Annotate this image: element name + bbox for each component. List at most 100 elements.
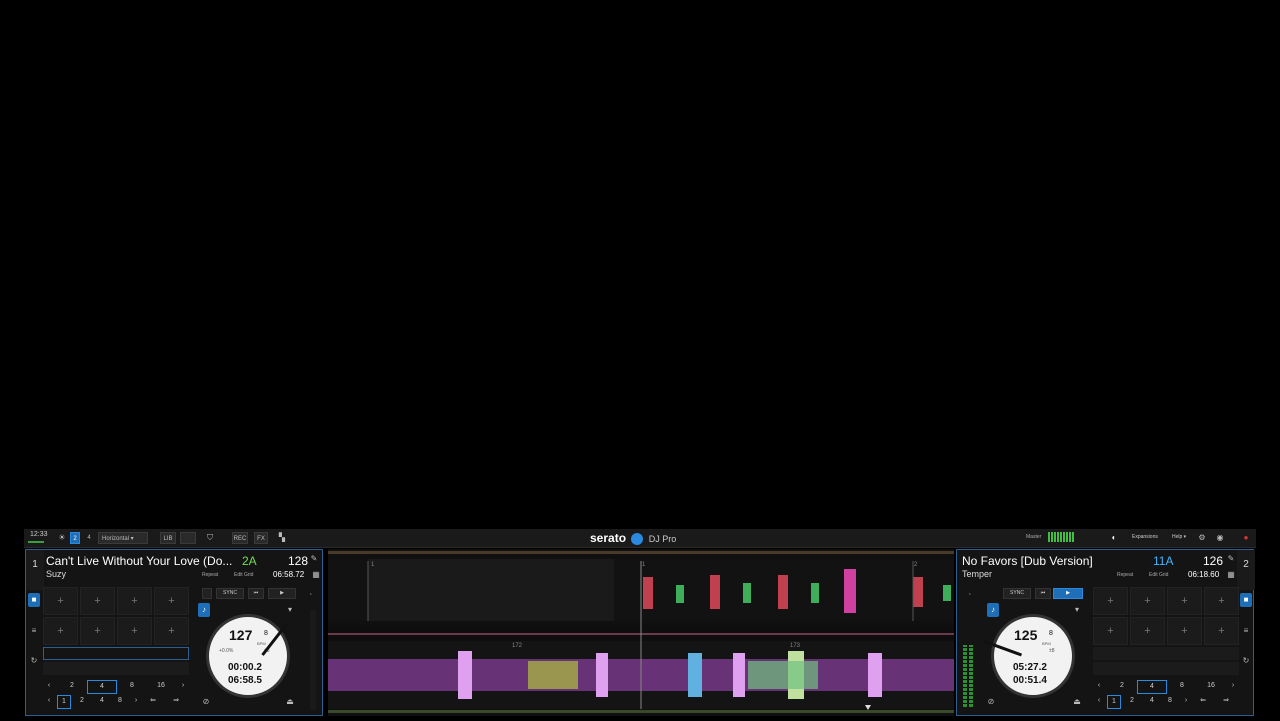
beatjump-2[interactable]: 2 <box>1125 695 1139 707</box>
sync-button[interactable]: SYNC <box>216 588 244 599</box>
eject-icon[interactable]: ⏏ <box>284 695 296 709</box>
chevron-left-icon[interactable]: ‹ <box>43 695 55 707</box>
edit-grid-button[interactable]: Edit Grid <box>1149 572 1168 578</box>
hotcue-pad[interactable]: + <box>1130 587 1165 615</box>
autoloop-4[interactable]: 4 <box>1137 680 1167 694</box>
help-link[interactable]: Help ▾ <box>1172 534 1186 540</box>
waveform-display[interactable]: 1 1 2 172 173 <box>328 549 954 716</box>
jump-forward-icon[interactable]: ⇒ <box>1215 695 1237 707</box>
sampler-icon[interactable]: ▚ <box>276 532 288 544</box>
slip-icon[interactable]: ⊘ <box>200 695 212 709</box>
censor-button[interactable] <box>202 588 212 599</box>
eject-icon[interactable]: ⏏ <box>1071 695 1083 709</box>
shield-icon[interactable]: ⛉ <box>204 532 216 544</box>
user-icon[interactable]: ◉ <box>1214 532 1226 544</box>
hotcue-pad[interactable]: + <box>1093 617 1128 645</box>
loop-mode-icon[interactable]: ↻ <box>1240 654 1252 668</box>
chevron-right-icon[interactable]: › <box>1181 695 1191 707</box>
hotcue-pad[interactable]: + <box>1204 617 1239 645</box>
settings-sun-icon[interactable]: ☀ <box>56 532 68 544</box>
dropdown-icon[interactable]: ▾ <box>284 603 296 617</box>
jump-forward-icon[interactable]: ⇒ <box>165 695 187 707</box>
hotcue-pad[interactable]: + <box>154 617 189 645</box>
grid-icon[interactable]: ▦ <box>1225 568 1237 582</box>
dropdown-icon[interactable]: ▾ <box>1071 603 1083 617</box>
repeat-button[interactable]: Repeat <box>202 572 218 578</box>
beatjump-4[interactable]: 4 <box>1145 695 1159 707</box>
beatjump-8[interactable]: 8 <box>1163 695 1177 707</box>
hotcue-pad[interactable]: + <box>117 617 152 645</box>
skip-back-icon[interactable]: ⏮ <box>1035 588 1051 599</box>
chevron-left-icon[interactable]: ‹ <box>43 680 55 692</box>
master-volume-knob-icon[interactable]: ◐ <box>1108 532 1120 544</box>
saved-loop-slot[interactable] <box>1093 662 1239 675</box>
library-button[interactable]: LIB <box>160 532 176 544</box>
panel-button[interactable] <box>180 532 196 544</box>
hotcue-pad[interactable]: + <box>43 617 78 645</box>
keylock-icon[interactable]: ♪ <box>198 603 210 617</box>
fx-button[interactable]: FX <box>254 532 268 544</box>
pencil-icon[interactable]: ✎ <box>1225 552 1237 566</box>
beatjump-1[interactable]: 1 <box>57 695 71 709</box>
autoloop-2[interactable]: 2 <box>59 680 85 692</box>
saved-loop-slot[interactable] <box>43 662 189 675</box>
virtual-platter[interactable]: 127 8 BPM +0.0% ±8 00:00.2 06:58.5 <box>206 614 290 698</box>
autoloop-16[interactable]: 16 <box>1197 680 1225 692</box>
hotcue-pad[interactable]: + <box>1167 587 1202 615</box>
beatjump-2[interactable]: 2 <box>75 695 89 707</box>
deck-count-4-button[interactable]: 4 <box>84 532 94 544</box>
autoloop-2[interactable]: 2 <box>1109 680 1135 692</box>
edit-grid-button[interactable]: Edit Grid <box>234 572 253 578</box>
slip-icon[interactable]: ⊘ <box>985 695 997 709</box>
deck-count-2-button[interactable]: 2 <box>70 532 80 544</box>
hotcue-pad[interactable]: + <box>154 587 189 615</box>
beatjump-8[interactable]: 8 <box>113 695 127 707</box>
virtual-platter[interactable]: 125 8 BPM ±8 05:27.2 00:51.4 <box>983 614 1075 698</box>
loop-mode-icon[interactable]: ↻ <box>28 654 40 668</box>
layout-select[interactable]: Horizontal ▾ <box>98 532 148 544</box>
autoloop-8[interactable]: 8 <box>119 680 145 692</box>
expansions-link[interactable]: Expansions <box>1132 534 1158 540</box>
gear-icon[interactable]: ⚙ <box>1196 532 1208 544</box>
saved-loop-slot[interactable] <box>43 647 189 660</box>
hotcue-pad[interactable]: + <box>43 587 78 615</box>
chevron-right-icon[interactable]: › <box>1227 680 1239 692</box>
hotcue-pad[interactable]: + <box>1130 617 1165 645</box>
jump-back-icon[interactable]: ⇐ <box>143 695 163 707</box>
hotcue-pad[interactable]: + <box>80 587 115 615</box>
cue-mode-icon[interactable]: ■ <box>28 593 40 607</box>
menu-icon[interactable]: ≡ <box>1240 624 1252 638</box>
pitch-knob-icon[interactable]: ◔ <box>963 588 975 602</box>
wave-peak <box>943 585 951 601</box>
chevron-left-icon[interactable]: ‹ <box>1093 695 1105 707</box>
cue-mode-icon[interactable]: ■ <box>1240 593 1252 607</box>
pitch-knob-icon[interactable]: ◔ <box>304 588 316 602</box>
hotcue-pad[interactable]: + <box>1093 587 1128 615</box>
keylock-icon[interactable]: ♪ <box>987 603 999 617</box>
hotcue-pad[interactable]: + <box>117 587 152 615</box>
chevron-right-icon[interactable]: › <box>177 680 189 692</box>
jump-back-icon[interactable]: ⇐ <box>1193 695 1213 707</box>
chevron-right-icon[interactable]: › <box>131 695 141 707</box>
sync-button[interactable]: SYNC <box>1003 588 1031 599</box>
hotcue-pad[interactable]: + <box>80 617 115 645</box>
beatjump-1[interactable]: 1 <box>1107 695 1121 709</box>
hotcue-pad[interactable]: + <box>1167 617 1202 645</box>
skip-back-icon[interactable]: ⏮ <box>248 588 264 599</box>
close-icon[interactable]: ● <box>1240 532 1252 544</box>
beatjump-4[interactable]: 4 <box>95 695 109 707</box>
chevron-left-icon[interactable]: ‹ <box>1093 680 1105 692</box>
menu-icon[interactable]: ≡ <box>28 624 40 638</box>
hotcue-pad[interactable]: + <box>1204 587 1239 615</box>
play-icon[interactable]: ▶ <box>268 588 296 599</box>
autoloop-16[interactable]: 16 <box>147 680 175 692</box>
pitch-slider[interactable] <box>310 610 316 710</box>
autoloop-4[interactable]: 4 <box>87 680 117 694</box>
play-icon[interactable]: ▶ <box>1053 588 1083 599</box>
pencil-icon[interactable]: ✎ <box>308 552 320 566</box>
grid-icon[interactable]: ▦ <box>310 568 322 582</box>
repeat-button[interactable]: Repeat <box>1117 572 1133 578</box>
autoloop-8[interactable]: 8 <box>1169 680 1195 692</box>
saved-loop-slot[interactable] <box>1093 647 1239 660</box>
rec-button[interactable]: REC <box>232 532 248 544</box>
